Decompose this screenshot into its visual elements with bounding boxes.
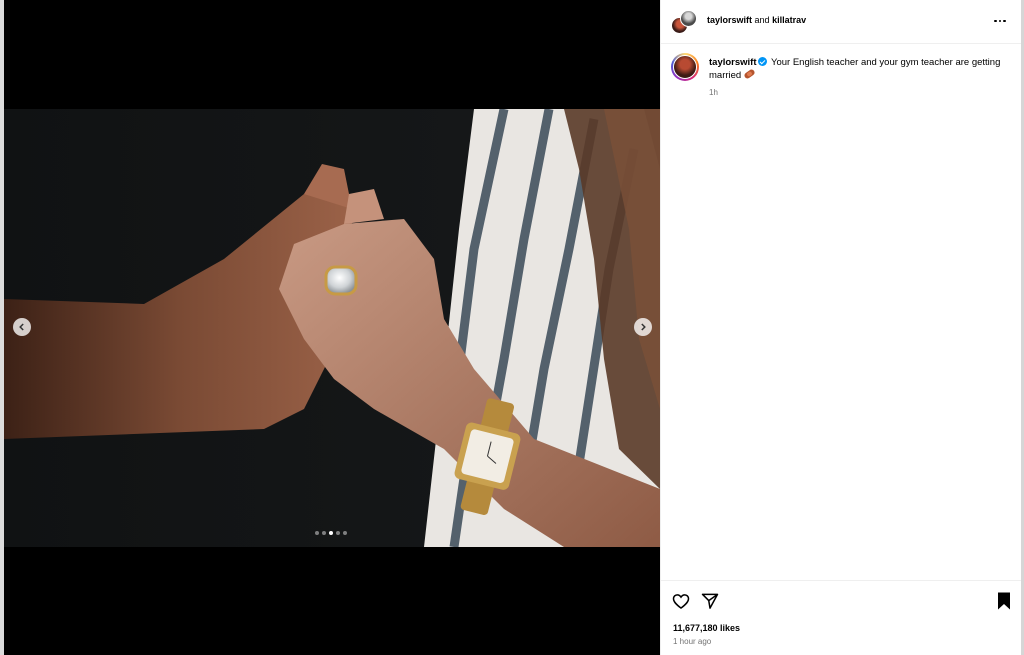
chevron-right-icon xyxy=(641,323,646,331)
likes-count[interactable]: 11,677,180 likes xyxy=(673,623,740,633)
previous-image-button[interactable] xyxy=(13,318,31,336)
caption-text: taylorswift Your English teacher and you… xyxy=(709,56,1009,82)
post-viewer: taylorswift and killatrav taylorswift Yo… xyxy=(0,0,1024,655)
chevron-left-icon xyxy=(19,323,24,331)
collab-usernames: taylorswift and killatrav xyxy=(707,15,806,25)
and-label: and xyxy=(754,15,770,25)
more-dots-icon xyxy=(994,19,997,23)
caption-username[interactable]: taylorswift xyxy=(709,57,757,68)
avatar[interactable] xyxy=(671,53,699,81)
more-dots-icon xyxy=(1003,19,1006,23)
carousel-dot xyxy=(336,531,340,535)
post-timestamp: 1 hour ago xyxy=(673,637,712,646)
avatar xyxy=(680,10,697,27)
post-header: taylorswift and killatrav xyxy=(661,0,1022,44)
carousel-indicator xyxy=(315,531,347,535)
carousel-dot xyxy=(343,531,347,535)
post-actions: 11,677,180 likes 1 hour ago xyxy=(661,580,1022,655)
post-photo xyxy=(4,109,660,547)
next-image-button[interactable] xyxy=(634,318,652,336)
more-options-button[interactable] xyxy=(992,14,1008,28)
caption-timestamp[interactable]: 1h xyxy=(709,88,718,97)
heart-icon[interactable] xyxy=(671,591,691,611)
carousel-dot xyxy=(315,531,319,535)
carousel-dot xyxy=(322,531,326,535)
carousel-dot xyxy=(329,531,333,535)
media-panel xyxy=(4,0,660,655)
post-sidebar: taylorswift and killatrav taylorswift Yo… xyxy=(660,0,1022,655)
verified-badge-icon xyxy=(757,57,767,66)
share-icon[interactable] xyxy=(700,591,720,611)
username-link[interactable]: killatrav xyxy=(772,15,806,25)
username-link[interactable]: taylorswift xyxy=(707,15,752,25)
collab-avatars[interactable] xyxy=(671,10,697,36)
more-dots-icon xyxy=(998,19,1002,23)
bookmark-icon[interactable] xyxy=(996,591,1012,611)
football-emoji-icon xyxy=(743,68,756,80)
